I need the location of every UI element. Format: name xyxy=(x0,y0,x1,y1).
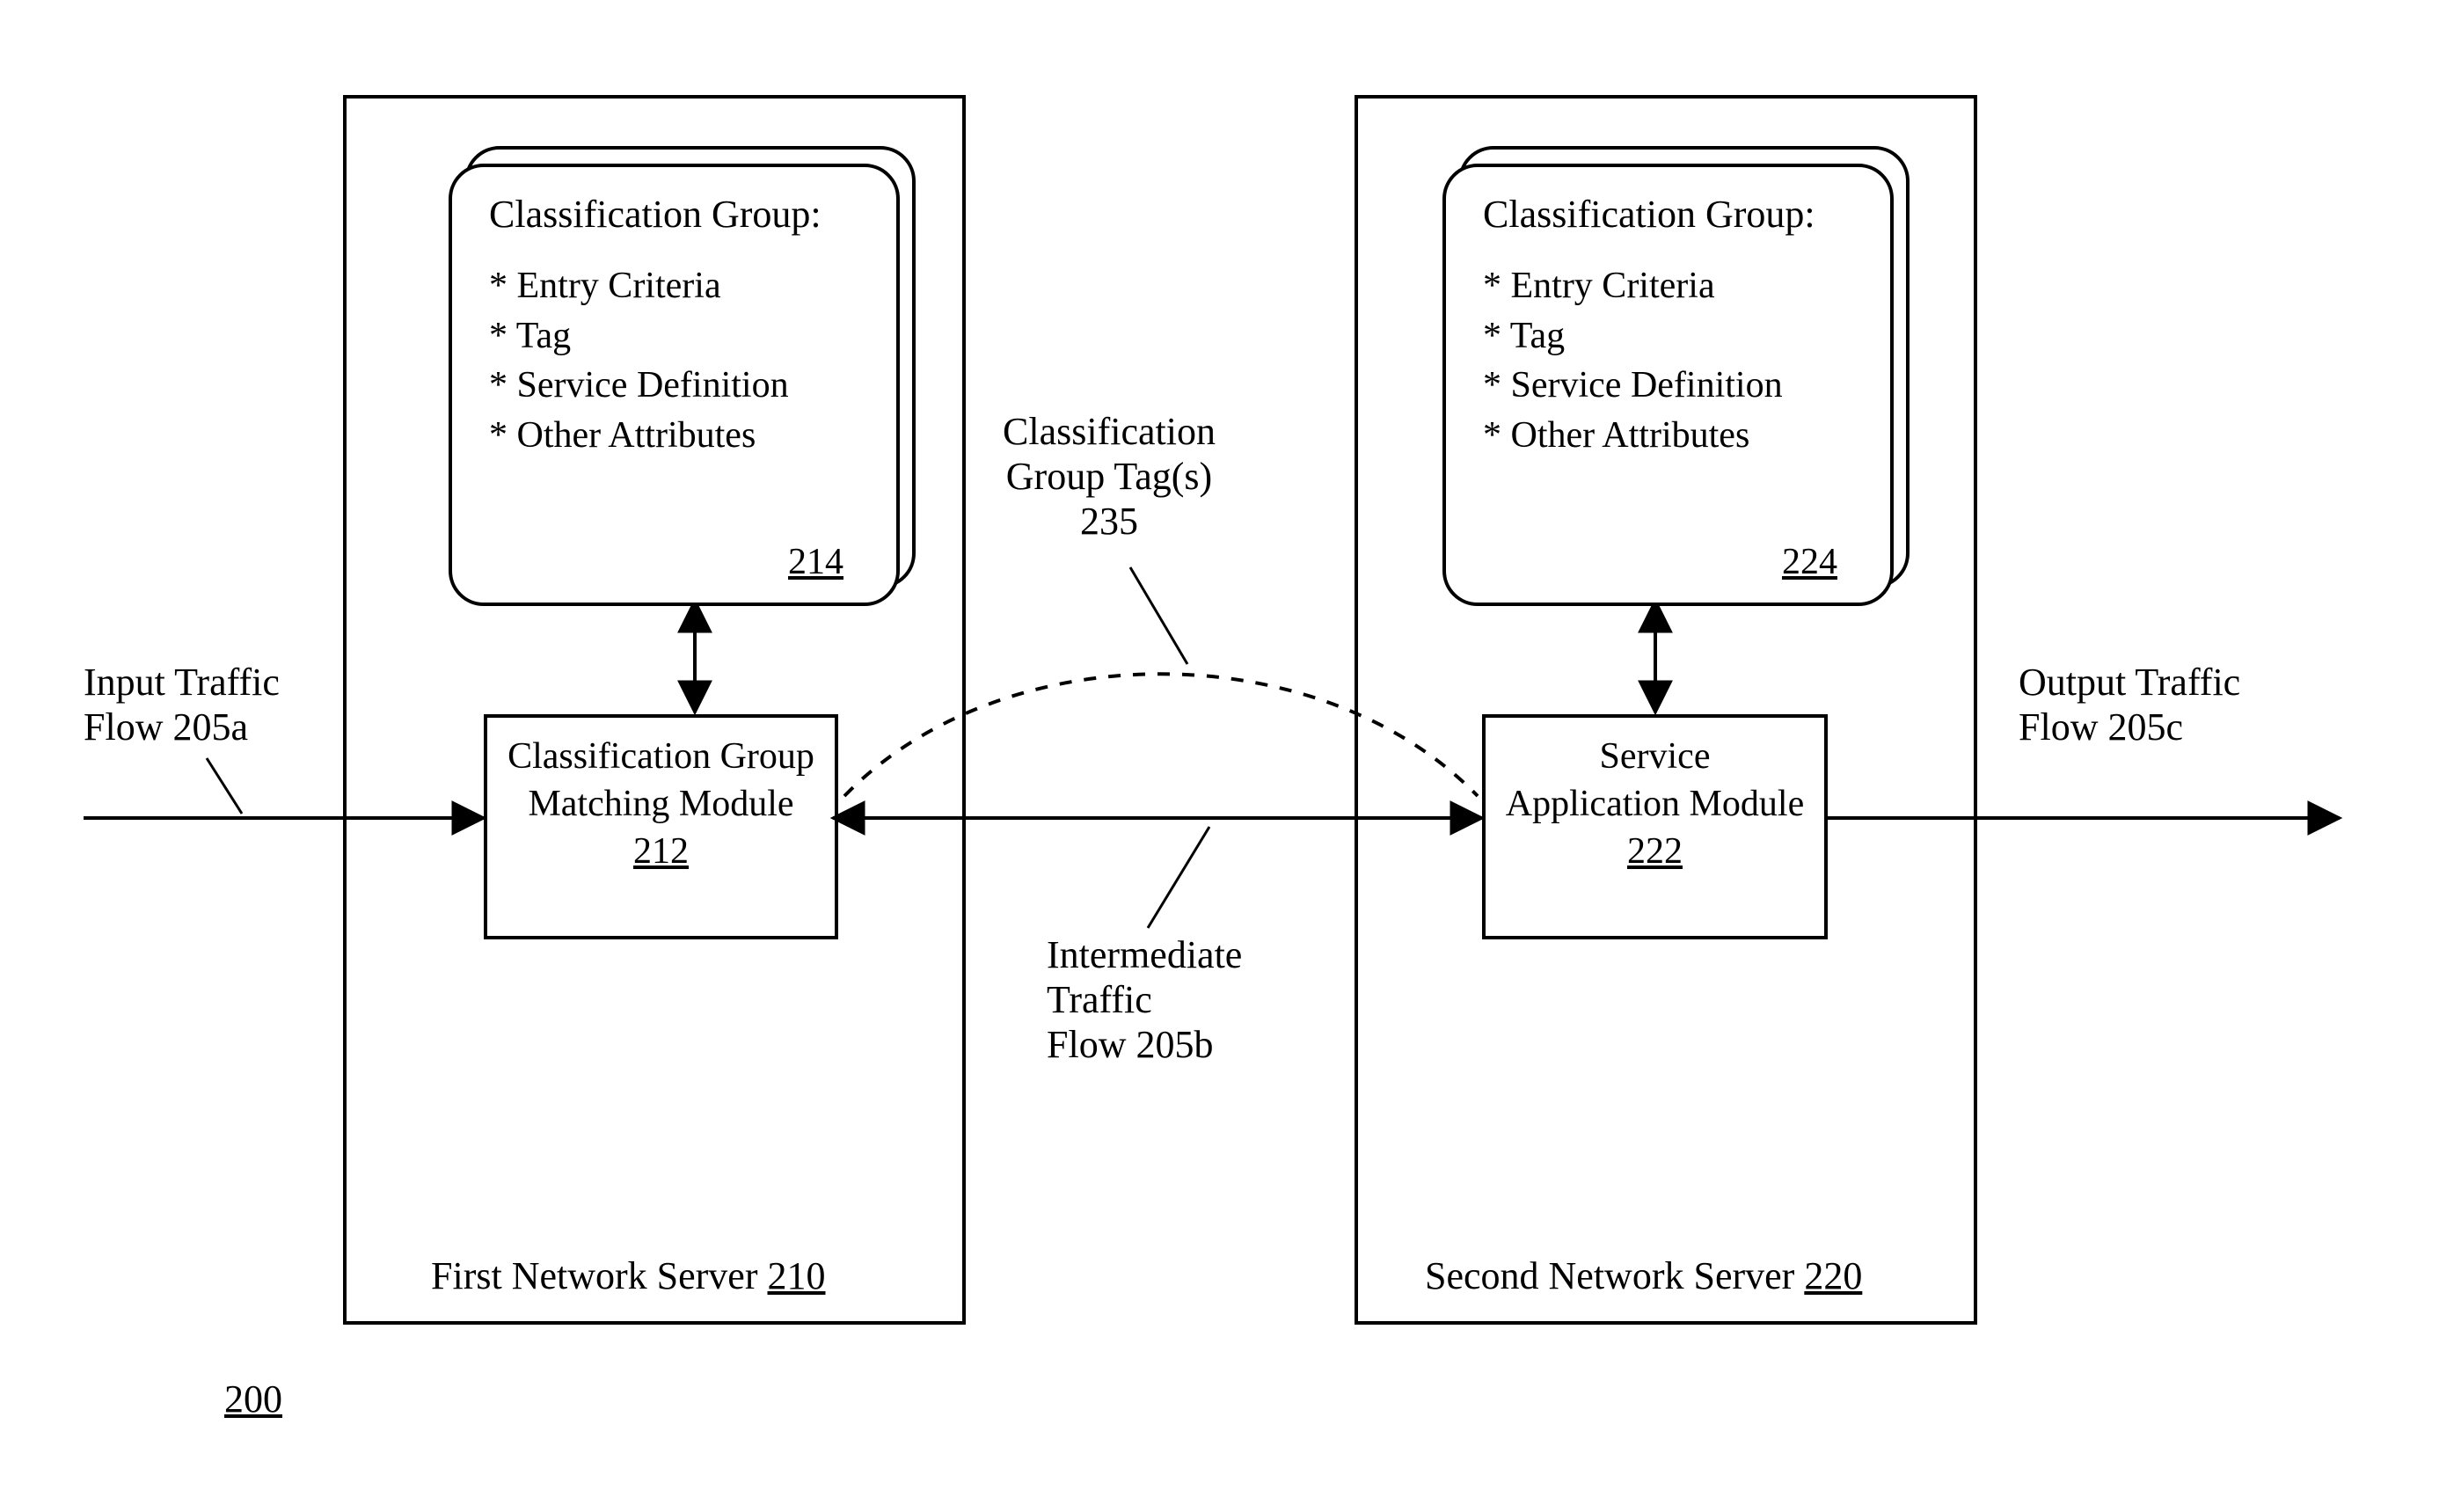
first-network-server-label: First Network Server 210 xyxy=(431,1253,826,1298)
card-1-title: Classification Group: xyxy=(489,192,896,237)
card-1-item: * Other Attributes xyxy=(489,411,896,461)
classification-group-card-1: Classification Group: * Entry Criteria *… xyxy=(449,164,900,606)
first-network-server-ref: 210 xyxy=(768,1254,826,1297)
intermediate-l1: Intermediate xyxy=(1047,932,1242,977)
input-traffic-flow-label: Input Traffic Flow 205a xyxy=(84,660,280,749)
module-1-line1: Classification Group xyxy=(487,734,835,781)
card-2-item: * Tag xyxy=(1483,311,1890,362)
second-network-server-label: Second Network Server 220 xyxy=(1425,1253,1862,1298)
input-traffic-flow-l1: Input Traffic xyxy=(84,660,280,705)
module-1-ref: 212 xyxy=(487,829,835,876)
tags-l2: Group Tag(s) xyxy=(1003,454,1216,499)
output-traffic-flow-label: Output Traffic Flow 205c xyxy=(2019,660,2240,749)
diagram-canvas: Classification Group: * Entry Criteria *… xyxy=(0,0,2439,1512)
module-2-line1: Service xyxy=(1486,734,1824,781)
classification-group-matching-module: Classification Group Matching Module 212 xyxy=(484,714,838,939)
second-network-server-label-text: Second Network Server xyxy=(1425,1254,1804,1297)
pointer-tags xyxy=(1130,567,1187,664)
card-2-item: * Service Definition xyxy=(1483,361,1890,411)
tags-l1: Classification xyxy=(1003,409,1216,454)
output-traffic-flow-l2: Flow 205c xyxy=(2019,705,2240,749)
intermediate-l3: Flow 205b xyxy=(1047,1022,1242,1067)
card-1-item: * Service Definition xyxy=(489,361,896,411)
module-2-ref: 222 xyxy=(1486,829,1824,876)
module-1-line2: Matching Module xyxy=(487,781,835,829)
pointer-intermediate xyxy=(1148,827,1209,928)
pointer-input-flow xyxy=(207,758,242,814)
intermediate-l2: Traffic xyxy=(1047,977,1242,1022)
card-1-item: * Tag xyxy=(489,311,896,362)
card-1-list: * Entry Criteria * Tag * Service Definit… xyxy=(489,261,896,461)
first-network-server-label-text: First Network Server xyxy=(431,1254,768,1297)
intermediate-traffic-flow-label: Intermediate Traffic Flow 205b xyxy=(1047,932,1242,1067)
card-2-ref: 224 xyxy=(1782,541,1837,583)
card-2-item: * Entry Criteria xyxy=(1483,261,1890,311)
classification-group-tags-label: Classification Group Tag(s) 235 xyxy=(1003,409,1216,544)
card-2-item: * Other Attributes xyxy=(1483,411,1890,461)
card-2-list: * Entry Criteria * Tag * Service Definit… xyxy=(1483,261,1890,461)
module-2-line2: Application Module xyxy=(1486,781,1824,829)
card-1-item: * Entry Criteria xyxy=(489,261,896,311)
card-2-title: Classification Group: xyxy=(1483,192,1890,237)
card-1-ref: 214 xyxy=(788,541,843,583)
classification-group-card-2: Classification Group: * Entry Criteria *… xyxy=(1442,164,1894,606)
second-network-server-ref: 220 xyxy=(1804,1254,1862,1297)
output-traffic-flow-l1: Output Traffic xyxy=(2019,660,2240,705)
tags-l3: 235 xyxy=(1003,499,1216,544)
input-traffic-flow-l2: Flow 205a xyxy=(84,705,280,749)
service-application-module: Service Application Module 222 xyxy=(1482,714,1828,939)
figure-ref: 200 xyxy=(224,1377,282,1421)
